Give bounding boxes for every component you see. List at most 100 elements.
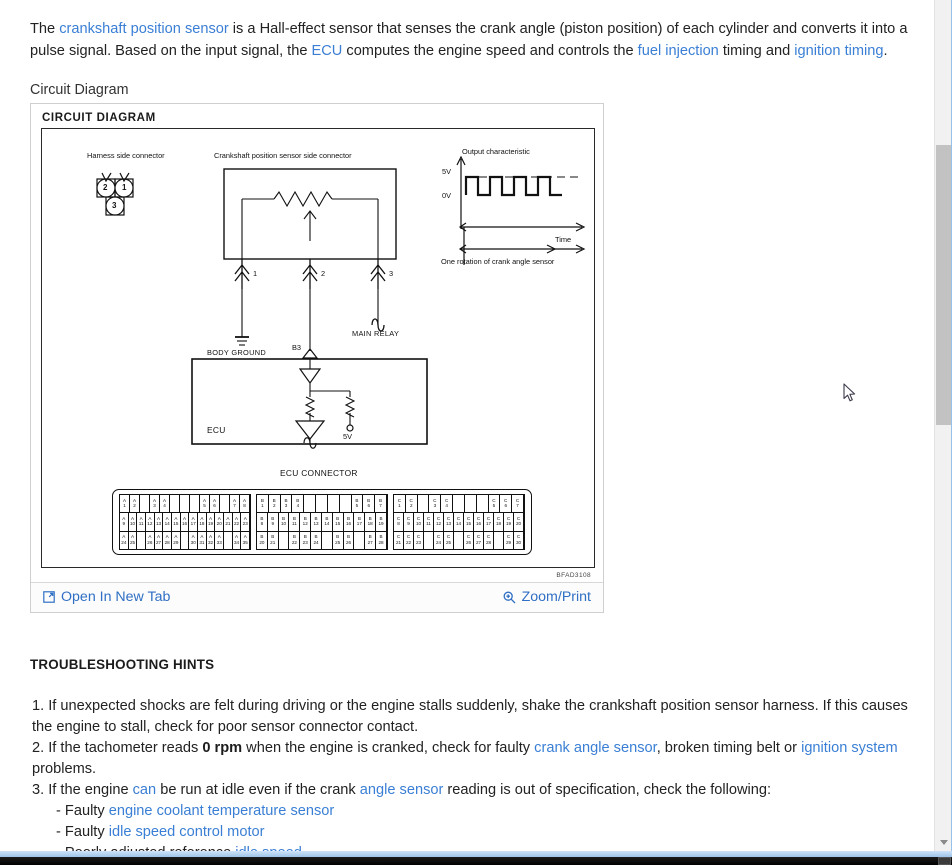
connector-pin: B 17 <box>354 513 366 531</box>
connector-pin: C 15 <box>464 513 474 531</box>
connector-gap <box>140 495 150 513</box>
connector-gap <box>424 531 434 549</box>
connector-pin: A 16 <box>181 513 190 531</box>
body-ground-label: BODY GROUND <box>207 348 267 357</box>
connector-pin: B 23 <box>300 531 312 549</box>
connector-pin: C 14 <box>454 513 464 531</box>
terminal-number-3: 3 <box>389 269 394 278</box>
connector-pin: A 19 <box>207 513 216 531</box>
inline-text: . <box>883 43 888 59</box>
inline-link[interactable]: crankshaft position sensor <box>59 21 229 37</box>
connector-gap <box>190 495 200 513</box>
harness-pin-1: 1 <box>122 183 127 192</box>
inline-link[interactable]: angle sensor <box>360 782 444 798</box>
connector-pin: A 29 <box>172 531 181 549</box>
terminal-number-2: 2 <box>321 269 326 278</box>
ecu-label: ECU <box>207 425 226 435</box>
connector-gap <box>304 495 317 513</box>
inline-text: , broken timing belt or <box>656 740 802 756</box>
inline-link[interactable]: fuel injection <box>638 43 719 59</box>
connector-pin: A3 <box>150 495 160 513</box>
list-bullet: - <box>56 803 65 819</box>
output-axis-time: Time <box>555 235 572 244</box>
inline-text: If unexpected shocks are felt during dri… <box>32 698 908 735</box>
scrollbar-thumb[interactable] <box>936 145 951 425</box>
connector-pin: A 25 <box>129 531 138 549</box>
connector-pin: A 18 <box>198 513 207 531</box>
connector-pin: A 31 <box>198 531 207 549</box>
circuit-diagram-card: CIRCUIT DIAGRAM Harness side connector C… <box>30 103 604 613</box>
scroll-down-arrow-icon[interactable] <box>935 834 952 851</box>
output-axis-0v: 0V <box>442 191 452 200</box>
connector-pin: C9 <box>404 513 414 531</box>
figure-image-code: BFAD3108 <box>556 572 591 579</box>
troubleshooting-item: 3. If the engine can be run at idle even… <box>30 780 912 801</box>
connector-row: C 8 C 9 C 10 C 11 C 12 C 13 C 14 C 15 C 16 C 17 C 18 C 19 C 20 <box>394 512 524 531</box>
connector-pin: B 14 <box>322 513 333 531</box>
troubleshooting-subitem: - Poorly adjusted reference idle speed <box>30 843 912 851</box>
harness-pin-2: 2 <box>103 183 108 192</box>
connector-pin: B 24 <box>311 531 322 549</box>
connector-gap <box>476 495 489 513</box>
list-number: 1. <box>32 698 49 714</box>
inline-link[interactable]: crank angle sensor <box>534 740 657 756</box>
circuit-diagram-title: CIRCUIT DIAGRAM <box>42 112 156 124</box>
inline-link[interactable]: ECU <box>312 43 343 59</box>
connector-pin: A8 <box>240 495 250 513</box>
connector-pin: C 29 <box>504 531 514 549</box>
connector-gap <box>180 531 190 549</box>
connector-pin: A 28 <box>163 531 173 549</box>
connector-pin: C8 <box>394 513 404 531</box>
circuit-diagram-image[interactable]: Harness side connector Crankshaft positi… <box>41 128 595 568</box>
connector-pin: B 22 <box>289 531 301 549</box>
connector-pin: C 23 <box>414 531 424 549</box>
connector-pin: C 16 <box>474 513 484 531</box>
inline-link[interactable]: idle speed control motor <box>109 824 265 840</box>
connector-pin: B 16 <box>344 513 355 531</box>
connector-pin: C 28 <box>484 531 494 549</box>
output-axis-5v: 5V <box>442 167 452 176</box>
document-scroll-area[interactable]: The crankshaft position sensor is a Hall… <box>0 0 934 851</box>
connector-pin: A 21 <box>224 513 233 531</box>
connector-pin: A9 <box>120 513 129 531</box>
output-characteristic-title: Output characteristic <box>462 147 530 156</box>
inline-link[interactable]: ignition system <box>801 740 898 756</box>
connector-pin: B 10 <box>279 513 290 531</box>
connector-pin: A4 <box>160 495 170 513</box>
connector-pin: B 13 <box>311 513 322 531</box>
connector-pin: A 32 <box>207 531 216 549</box>
connector-gap <box>220 495 230 513</box>
connector-gap <box>137 531 147 549</box>
connector-gap <box>464 495 477 513</box>
connector-pin: B 21 <box>268 531 279 549</box>
connector-pin: A 35 <box>241 531 251 549</box>
troubleshooting-heading: TROUBLESHOOTING HINTS <box>30 657 215 672</box>
connector-gap <box>453 495 465 513</box>
inline-text: be run at idle even if the crank <box>156 782 360 798</box>
ecu-connector-pin-grid: A 1 A 2 A 3 A 4 A 5 A 6 A 7 A 8 A 9 A 10 A 11 A 12 A 13 A 14 A 15 A 16 A… <box>112 489 532 555</box>
connector-pin: B7 <box>375 495 387 513</box>
inline-text: 0 rpm <box>202 740 243 756</box>
vertical-scrollbar[interactable] <box>934 0 951 851</box>
taskbar-button[interactable] <box>938 857 951 865</box>
connector-row: B1B2B3B4 B5B6B7 <box>257 495 387 513</box>
connector-pin: B 25 <box>333 531 344 549</box>
connector-pin: A 14 <box>163 513 173 531</box>
inline-link[interactable]: ignition timing <box>794 43 883 59</box>
connector-pin: A7 <box>230 495 240 513</box>
zoom-print-button[interactable]: Zoom/Print <box>503 589 591 605</box>
inline-link[interactable]: can <box>133 782 157 798</box>
connector-pin: A 22 <box>233 513 242 531</box>
connector-gap <box>354 531 366 549</box>
connector-pin: C 20 <box>514 513 524 531</box>
connector-pin: B 11 <box>289 513 301 531</box>
connector-pin: C 19 <box>504 513 514 531</box>
inline-link[interactable]: engine coolant temperature sensor <box>109 803 335 819</box>
connector-pin: C5 <box>489 495 501 513</box>
figure-footer: Open In New Tab Zoom/Print <box>31 582 603 612</box>
open-in-new-tab-button[interactable]: Open In New Tab <box>43 589 170 605</box>
connector-row: A 24 A 25 A 26 A 27 A 28 A 29 A 30 A 31 A 32 A 33 A 34 A 35 <box>120 530 251 549</box>
harness-side-connector-label: Harness side connector <box>87 151 165 160</box>
inline-text: If the tachometer reads <box>48 740 203 756</box>
connector-pin: C3 <box>429 495 442 513</box>
